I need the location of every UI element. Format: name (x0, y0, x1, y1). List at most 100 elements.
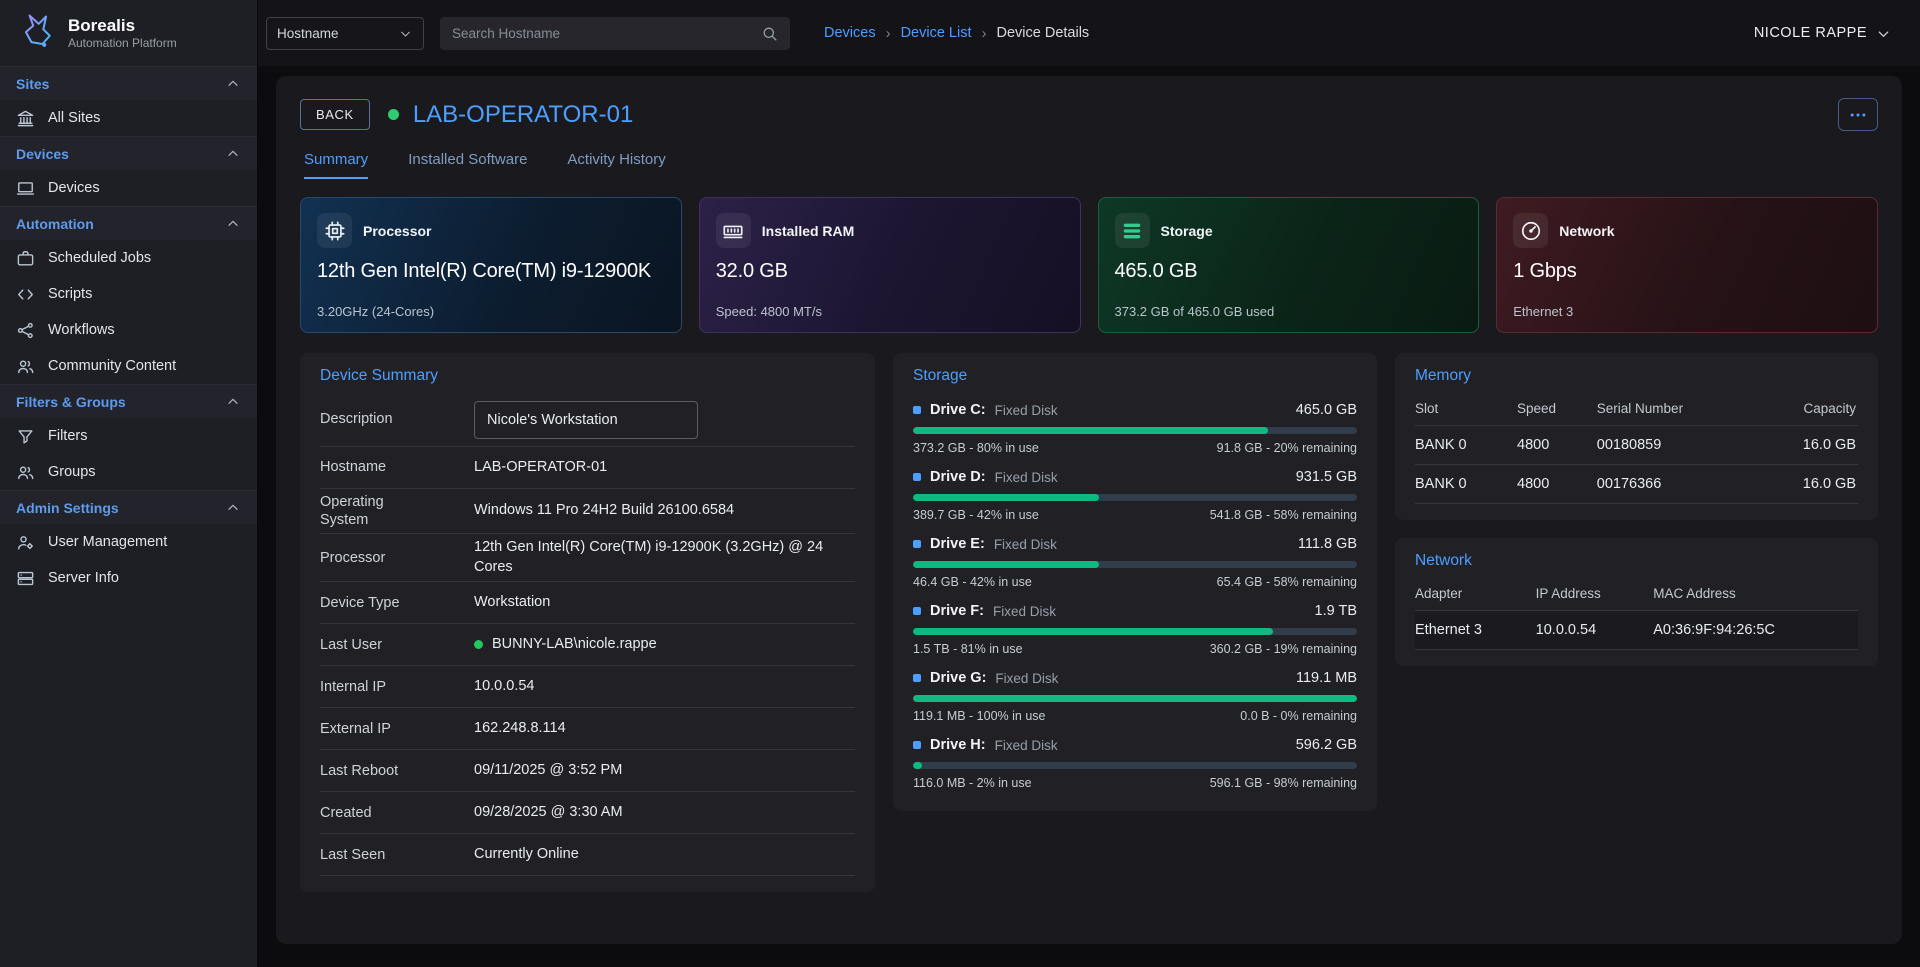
drive-size: 596.2 GB (1296, 737, 1357, 753)
drive-row-e: Drive E: Fixed Disk 111.8 GB 46.4 GB - 4… (913, 527, 1357, 594)
panel-title: Memory (1415, 367, 1858, 385)
rabbit-logo-icon (14, 11, 58, 55)
description-input[interactable] (474, 401, 698, 439)
drive-usage-bar (913, 695, 1357, 702)
server-icon (16, 569, 35, 588)
stat-footer: 373.2 GB of 465.0 GB used (1115, 304, 1463, 319)
network-card: Network 1 Gbps Ethernet 3 (1496, 197, 1878, 333)
drive-name: Drive C: (930, 402, 986, 418)
bank-icon (16, 109, 35, 128)
right-column: Memory Slot Speed Serial Number Capacity (1395, 353, 1878, 666)
memory-serial: 00176366 (1597, 465, 1760, 504)
sidebar-item-label: Filters (48, 428, 87, 444)
memory-capacity: 16.0 GB (1760, 465, 1858, 504)
breadcrumb-separator: › (982, 25, 987, 42)
sidebar-section-admin-settings[interactable]: Admin Settings (0, 490, 257, 524)
breadcrumb-device-list[interactable]: Device List (901, 25, 972, 41)
section-label: Admin Settings (16, 500, 119, 516)
code-icon (16, 285, 35, 304)
funnel-icon (16, 427, 35, 446)
section-label: Devices (16, 146, 69, 162)
summary-row-created: Created 09/28/2025 @ 3:30 AM (320, 792, 855, 834)
hostname-select[interactable]: Hostname (266, 17, 424, 50)
page-header: BACK LAB-OPERATOR-01 (300, 98, 1878, 131)
breadcrumb: Devices › Device List › Device Details (824, 25, 1089, 42)
chevron-up-icon (225, 76, 241, 92)
drive-size: 111.8 GB (1298, 536, 1357, 552)
sidebar-section-filters-groups[interactable]: Filters & Groups (0, 384, 257, 418)
tab-activity-history[interactable]: Activity History (567, 151, 665, 179)
drive-bullet (913, 473, 921, 481)
summary-value: BUNNY-LAB\nicole.rappe (492, 635, 657, 655)
page-title: LAB-OPERATOR-01 (413, 101, 634, 129)
column-header: Serial Number (1597, 393, 1760, 426)
user-name: NICOLE RAPPE (1754, 25, 1867, 41)
summary-row-hostname: Hostname LAB-OPERATOR-01 (320, 447, 855, 489)
sidebar-item-community-content[interactable]: Community Content (0, 348, 257, 384)
drive-bullet (913, 406, 921, 414)
drive-size: 931.5 GB (1296, 469, 1357, 485)
user-menu[interactable]: NICOLE RAPPE (1754, 25, 1892, 42)
back-button[interactable]: BACK (300, 99, 370, 130)
sidebar-item-scripts[interactable]: Scripts (0, 276, 257, 312)
summary-row-last-seen: Last Seen Currently Online (320, 834, 855, 876)
panel-title: Network (1415, 552, 1858, 570)
drive-usage-bar (913, 427, 1357, 434)
network-panel: Network Adapter IP Address MAC Address (1395, 538, 1878, 666)
sidebar-item-server-info[interactable]: Server Info (0, 560, 257, 596)
summary-value: LAB-OPERATOR-01 (474, 458, 607, 478)
sidebar-item-label: Server Info (48, 570, 119, 586)
table-row: BANK 0 4800 00176366 16.0 GB (1415, 465, 1858, 504)
drive-bullet (913, 607, 921, 615)
stat-value: 465.0 GB (1115, 260, 1463, 283)
drive-row-d: Drive D: Fixed Disk 931.5 GB 389.7 GB - … (913, 460, 1357, 527)
memory-slot: BANK 0 (1415, 465, 1517, 504)
search-input[interactable] (452, 26, 761, 41)
gauge-icon (1513, 213, 1548, 248)
drive-row-g: Drive G: Fixed Disk 119.1 MB 119.1 MB - … (913, 661, 1357, 728)
stat-footer: Speed: 4800 MT/s (716, 304, 1064, 319)
sidebar-item-label: User Management (48, 534, 167, 550)
cpu-icon (317, 213, 352, 248)
sidebar-item-label: Groups (48, 464, 96, 480)
chevron-up-icon (225, 394, 241, 410)
sidebar-section-sites[interactable]: Sites (0, 66, 257, 100)
drive-name: Drive G: (930, 670, 986, 686)
breadcrumb-devices[interactable]: Devices (824, 25, 876, 41)
section-label: Automation (16, 216, 94, 232)
summary-label: Description (320, 410, 432, 428)
sidebar-item-groups[interactable]: Groups (0, 454, 257, 490)
sidebar-item-devices[interactable]: Devices (0, 170, 257, 206)
table-row: BANK 0 4800 00180859 16.0 GB (1415, 426, 1858, 465)
drive-size: 1.9 TB (1315, 603, 1357, 619)
sidebar-section-automation[interactable]: Automation (0, 206, 257, 240)
sidebar-item-user-management[interactable]: User Management (0, 524, 257, 560)
tab-installed-software[interactable]: Installed Software (408, 151, 527, 179)
drive-name: Drive H: (930, 737, 986, 753)
tab-summary[interactable]: Summary (304, 151, 368, 179)
memory-serial: 00180859 (1597, 426, 1760, 465)
people-icon (16, 463, 35, 482)
drive-remaining: 65.4 GB - 58% remaining (1217, 575, 1357, 589)
search-icon (761, 25, 778, 42)
sidebar-item-label: All Sites (48, 110, 100, 126)
memory-capacity: 16.0 GB (1760, 426, 1858, 465)
sidebar-item-scheduled-jobs[interactable]: Scheduled Jobs (0, 240, 257, 276)
people-icon (16, 357, 35, 376)
memory-speed: 4800 (1517, 465, 1597, 504)
sidebar-section-devices[interactable]: Devices (0, 136, 257, 170)
stat-label: Network (1559, 223, 1614, 239)
sidebar-item-all-sites[interactable]: All Sites (0, 100, 257, 136)
brand-subtitle: Automation Platform (68, 36, 177, 50)
more-actions-button[interactable] (1838, 98, 1878, 131)
column-header: MAC Address (1653, 578, 1858, 611)
summary-row-operating-system: Operating System Windows 11 Pro 24H2 Bui… (320, 489, 855, 534)
network-adapter: Ethernet 3 (1415, 611, 1536, 650)
search-box (440, 17, 790, 50)
drive-row-c: Drive C: Fixed Disk 465.0 GB 373.2 GB - … (913, 393, 1357, 460)
sidebar-item-label: Community Content (48, 358, 176, 374)
drive-type: Fixed Disk (995, 671, 1058, 686)
sidebar-item-workflows[interactable]: Workflows (0, 312, 257, 348)
drive-used: 373.2 GB - 80% in use (913, 441, 1039, 455)
sidebar-item-filters[interactable]: Filters (0, 418, 257, 454)
